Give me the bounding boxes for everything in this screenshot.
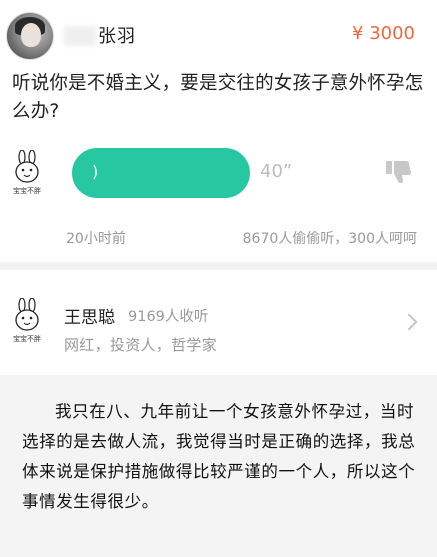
rabbit-icon — [15, 298, 39, 331]
voice-duration: 40” — [260, 161, 293, 182]
question-price: ¥ 3000 — [352, 23, 415, 44]
rabbit-avatar-icon[interactable]: 宝宝不胖 — [12, 150, 42, 195]
post-time: 20小时前 — [66, 231, 126, 247]
section-divider — [0, 262, 437, 270]
answerer-tags: 网红，投资人，哲学家 — [64, 336, 218, 354]
rabbit-caption: 宝宝不胖 — [13, 335, 41, 343]
answerer-listeners: 9169人收听 — [128, 309, 209, 325]
quote-text: 我只在八、九年前让一个女孩意外怀孕过，当时选择的是去做人流，我觉得当时是正确的选… — [22, 402, 416, 511]
voice-answer-bubble[interactable]: ) — [72, 148, 250, 198]
quote-block: 我只在八、九年前让一个女孩意外怀孕过，当时选择的是去做人流，我觉得当时是正确的选… — [0, 375, 437, 557]
rabbit-icon — [15, 150, 39, 183]
asker-name[interactable]: 张羽 — [98, 22, 136, 48]
asker-avatar[interactable] — [6, 12, 54, 60]
answerer-name[interactable]: 王思聪 — [64, 303, 115, 328]
chevron-right-icon[interactable] — [400, 313, 418, 331]
avatar-face — [21, 23, 41, 47]
listen-stats: 8670人偷偷听，300人呵呵 — [242, 231, 417, 247]
thumbs-down-icon[interactable] — [386, 160, 412, 188]
answerer-avatar[interactable]: 宝宝不胖 — [12, 298, 42, 343]
blurred-name-fragment — [64, 26, 96, 46]
question-text: 听说你是不婚主义，要是交往的女孩子意外怀孕怎么办? — [12, 73, 424, 122]
rabbit-caption: 宝宝不胖 — [13, 187, 41, 195]
voice-wave-icon: ) — [92, 162, 99, 181]
